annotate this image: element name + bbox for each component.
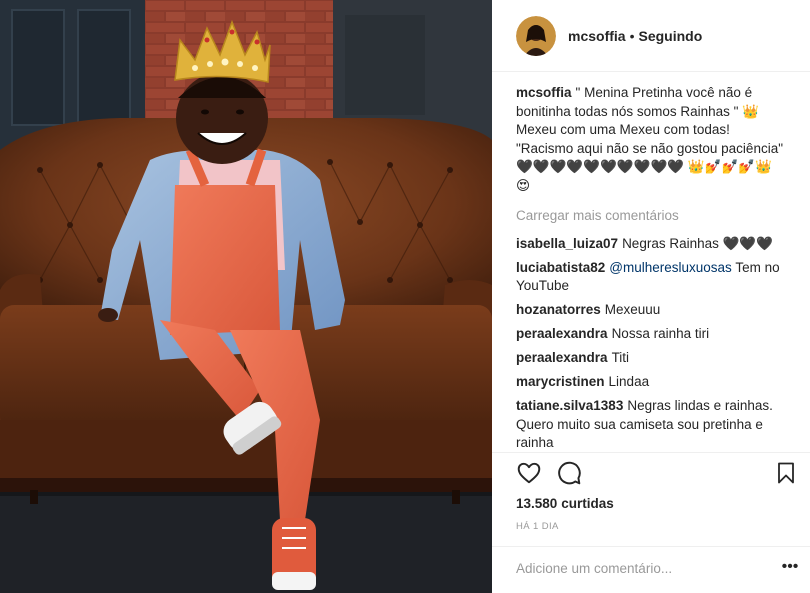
likes-number: 13.580 (516, 496, 558, 511)
post-photo[interactable] (0, 0, 492, 593)
comment-username[interactable]: hozanatorres (516, 302, 601, 317)
post-timestamp[interactable]: HÁ 1 DIA (516, 521, 559, 532)
load-more-comments-button[interactable]: Carregar mais comentários (516, 207, 784, 226)
comment-text: Lindaa (608, 374, 650, 389)
comment-text: Titi (611, 350, 630, 365)
more-options-icon[interactable]: ••• (780, 559, 800, 579)
comment-username[interactable]: luciabatista82 (516, 260, 605, 275)
comment-item: peraalexandra Titi (516, 349, 784, 368)
caption-text: " Menina Pretinha você não é bonitinha t… (516, 85, 784, 193)
comment-text: Mexeuuu (604, 302, 661, 317)
header-text: mcsoffia • Seguindo (568, 28, 702, 44)
follow-status-button[interactable]: Seguindo (638, 28, 702, 44)
comment-button[interactable] (556, 460, 584, 488)
comment-mention-link[interactable]: @mulheresluxuosas (609, 260, 732, 275)
avatar[interactable] (516, 15, 556, 56)
post-actions (516, 460, 796, 490)
comment-item: luciabatista82 @mulheresluxuosas Tem no Y… (516, 259, 784, 296)
likes-label: curtidas (561, 496, 614, 511)
header-username[interactable]: mcsoffia (568, 28, 626, 44)
comment-text: Nossa rainha tiri (611, 326, 710, 341)
speech-bubble-icon (558, 461, 581, 485)
add-comment-bar: ••• (492, 546, 810, 593)
likes-count[interactable]: 13.580 curtidas (516, 496, 614, 511)
save-button[interactable] (774, 460, 802, 488)
header-separator: • (629, 27, 635, 44)
comment-username[interactable]: peraalexandra (516, 326, 608, 341)
comment-item: peraalexandra Nossa rainha tiri (516, 325, 784, 344)
post-caption: mcsoffia " Menina Pretinha você não é bon… (516, 84, 784, 195)
comment-item: hozanatorres Mexeuuu (516, 301, 784, 320)
comment-username[interactable]: tatiane.silva1383 (516, 398, 623, 413)
comments-list: mcsoffia " Menina Pretinha você não é bon… (516, 84, 784, 458)
comment-username[interactable]: isabella_luiza07 (516, 236, 618, 251)
comment-username[interactable]: peraalexandra (516, 350, 608, 365)
comment-item: isabella_luiza07 Negras Rainhas 🖤🖤🖤 (516, 235, 784, 254)
like-button[interactable] (516, 460, 544, 488)
bookmark-icon (778, 462, 794, 484)
post-header: mcsoffia • Seguindo (492, 0, 810, 72)
post-sidebar: mcsoffia • Seguindo mcsoffia " Menina Pre… (492, 0, 810, 593)
comment-item: marycristinen Lindaa (516, 373, 784, 392)
heart-outline-icon (517, 462, 541, 484)
comment-item: tatiane.silva1383 Negras lindas e rainhas… (516, 397, 784, 453)
actions-divider (492, 452, 810, 453)
comment-input[interactable] (516, 561, 756, 576)
comment-username[interactable]: marycristinen (516, 374, 605, 389)
caption-username[interactable]: mcsoffia (516, 85, 572, 100)
comment-text: Negras Rainhas 🖤🖤🖤 (622, 235, 774, 251)
